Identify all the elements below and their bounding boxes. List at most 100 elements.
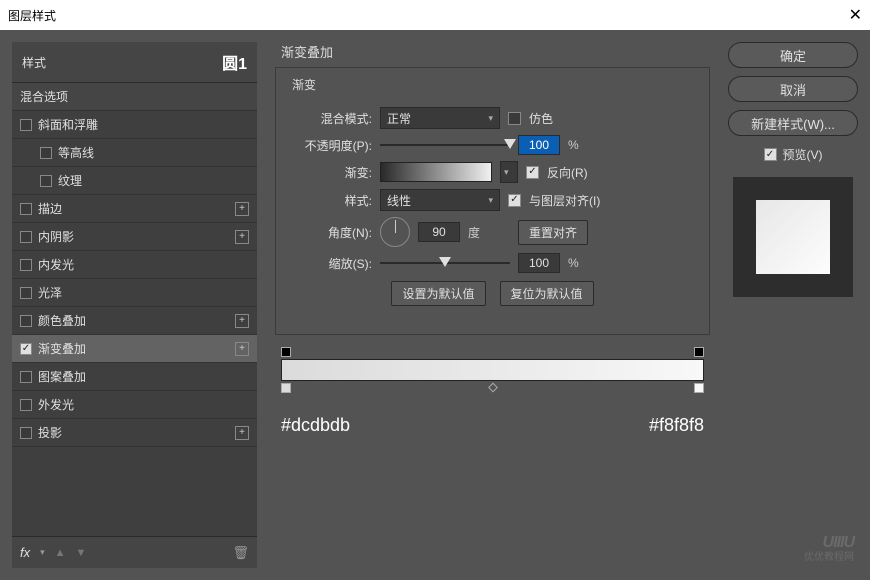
style-item-8[interactable]: 颜色叠加+ xyxy=(12,307,257,335)
style-item-10[interactable]: 图案叠加 xyxy=(12,363,257,391)
style-item-label: 描边 xyxy=(38,200,235,217)
trash-icon[interactable]: 🗑 xyxy=(232,545,249,561)
window-title: 图层样式 xyxy=(8,7,56,24)
new-style-button[interactable]: 新建样式(W)... xyxy=(728,110,858,136)
opacity-stop-right[interactable] xyxy=(694,347,704,357)
titlebar: 图层样式 ✕ xyxy=(0,0,870,30)
style-list: 混合选项斜面和浮雕等高线纹理描边+内阴影+内发光光泽颜色叠加+渐变叠加+图案叠加… xyxy=(12,82,257,536)
midpoint-icon[interactable] xyxy=(488,383,498,393)
move-up-icon[interactable]: ▲ xyxy=(55,547,66,559)
plus-icon[interactable]: + xyxy=(235,426,249,440)
color-stop-right[interactable] xyxy=(694,383,704,393)
plus-icon[interactable]: + xyxy=(235,314,249,328)
gradient-picker[interactable] xyxy=(380,162,492,182)
scale-input[interactable]: 100 xyxy=(518,253,560,273)
blend-mode-label: 混合模式: xyxy=(288,110,372,127)
cancel-button[interactable]: 取消 xyxy=(728,76,858,102)
style-checkbox[interactable] xyxy=(20,427,32,439)
style-checkbox[interactable] xyxy=(20,231,32,243)
style-checkbox[interactable] xyxy=(20,315,32,327)
panel-title: 渐变叠加 xyxy=(275,42,710,61)
sidebar-footer: fx ▾ ▲ ▼ 🗑 xyxy=(12,536,257,568)
scale-slider[interactable] xyxy=(380,253,510,273)
style-item-label: 光泽 xyxy=(38,284,249,301)
opacity-label: 不透明度(P): xyxy=(288,137,372,154)
style-checkbox[interactable] xyxy=(40,175,52,187)
plus-icon[interactable]: + xyxy=(235,230,249,244)
opacity-unit: % xyxy=(568,138,579,152)
fieldset-title: 渐变 xyxy=(288,76,320,93)
preview-checkbox[interactable] xyxy=(764,148,777,161)
style-checkbox[interactable] xyxy=(20,287,32,299)
style-item-label: 图案叠加 xyxy=(38,368,249,385)
style-item-label: 渐变叠加 xyxy=(38,340,235,357)
angle-input[interactable]: 90 xyxy=(418,222,460,242)
opacity-stop-left[interactable] xyxy=(281,347,291,357)
style-item-0[interactable]: 混合选项 xyxy=(12,83,257,111)
style-checkbox[interactable] xyxy=(20,259,32,271)
preview-swatch xyxy=(733,177,853,297)
style-item-2[interactable]: 等高线 xyxy=(12,139,257,167)
align-label[interactable]: 与图层对齐(I) xyxy=(529,192,600,209)
style-checkbox[interactable] xyxy=(20,119,32,131)
style-checkbox[interactable] xyxy=(20,371,32,383)
opacity-input[interactable]: 100 xyxy=(518,135,560,155)
plus-icon[interactable]: + xyxy=(235,342,249,356)
styles-sidebar: 样式 圆1 混合选项斜面和浮雕等高线纹理描边+内阴影+内发光光泽颜色叠加+渐变叠… xyxy=(12,42,257,568)
style-checkbox[interactable] xyxy=(20,399,32,411)
right-column: 确定 取消 新建样式(W)... 预览(V) UIIIU 优优教程网 xyxy=(728,42,858,568)
style-item-9[interactable]: 渐变叠加+ xyxy=(12,335,257,363)
style-item-label: 内阴影 xyxy=(38,228,235,245)
blend-mode-select[interactable]: 正常 ▾ xyxy=(380,107,500,129)
fx-menu-icon[interactable]: fx xyxy=(20,545,30,560)
reverse-checkbox[interactable] xyxy=(526,166,539,179)
style-item-4[interactable]: 描边+ xyxy=(12,195,257,223)
angle-dial[interactable] xyxy=(380,217,410,247)
gradient-bar[interactable] xyxy=(281,359,704,381)
color-left-value: #dcdbdb xyxy=(281,415,350,436)
style-item-11[interactable]: 外发光 xyxy=(12,391,257,419)
align-checkbox[interactable] xyxy=(508,194,521,207)
style-item-label: 外发光 xyxy=(38,396,249,413)
preview-gradient xyxy=(756,200,830,274)
reverse-label[interactable]: 反向(R) xyxy=(547,164,588,181)
ok-button[interactable]: 确定 xyxy=(728,42,858,68)
set-default-button[interactable]: 设置为默认值 xyxy=(391,281,485,306)
gradient-label: 渐变: xyxy=(288,164,372,181)
preview-label[interactable]: 预览(V) xyxy=(783,146,823,163)
style-item-label: 颜色叠加 xyxy=(38,312,235,329)
opacity-slider[interactable] xyxy=(380,135,510,155)
style-item-6[interactable]: 内发光 xyxy=(12,251,257,279)
sidebar-header-label: 样式 xyxy=(22,54,46,71)
style-checkbox[interactable] xyxy=(20,203,32,215)
style-item-12[interactable]: 投影+ xyxy=(12,419,257,447)
watermark: UIIIU 优优教程网 xyxy=(728,529,858,568)
style-item-label: 投影 xyxy=(38,424,235,441)
layer-name: 圆1 xyxy=(222,50,247,74)
style-item-5[interactable]: 内阴影+ xyxy=(12,223,257,251)
main-area: 样式 圆1 混合选项斜面和浮雕等高线纹理描边+内阴影+内发光光泽颜色叠加+渐变叠… xyxy=(0,30,870,580)
plus-icon[interactable]: + xyxy=(235,202,249,216)
dither-checkbox[interactable] xyxy=(508,112,521,125)
reset-default-button[interactable]: 复位为默认值 xyxy=(500,281,594,306)
reset-align-button[interactable]: 重置对齐 xyxy=(518,220,588,245)
style-item-label: 混合选项 xyxy=(20,88,249,105)
style-checkbox[interactable] xyxy=(20,343,32,355)
style-item-1[interactable]: 斜面和浮雕 xyxy=(12,111,257,139)
color-right-value: #f8f8f8 xyxy=(649,415,704,436)
chevron-down-icon: ▾ xyxy=(488,113,493,124)
style-item-3[interactable]: 纹理 xyxy=(12,167,257,195)
style-select[interactable]: 线性 ▾ xyxy=(380,189,500,211)
gradient-dropdown[interactable]: ▾ xyxy=(500,161,518,183)
style-item-label: 内发光 xyxy=(38,256,249,273)
style-checkbox[interactable] xyxy=(40,147,52,159)
close-icon[interactable]: ✕ xyxy=(849,5,862,25)
color-stop-left[interactable] xyxy=(281,383,291,393)
chevron-down-icon: ▾ xyxy=(488,195,493,206)
dither-label[interactable]: 仿色 xyxy=(529,110,553,127)
move-down-icon[interactable]: ▼ xyxy=(76,547,87,559)
style-item-7[interactable]: 光泽 xyxy=(12,279,257,307)
scale-unit: % xyxy=(568,256,579,270)
chevron-down-icon[interactable]: ▾ xyxy=(40,547,45,558)
gradient-editor[interactable] xyxy=(281,345,704,405)
